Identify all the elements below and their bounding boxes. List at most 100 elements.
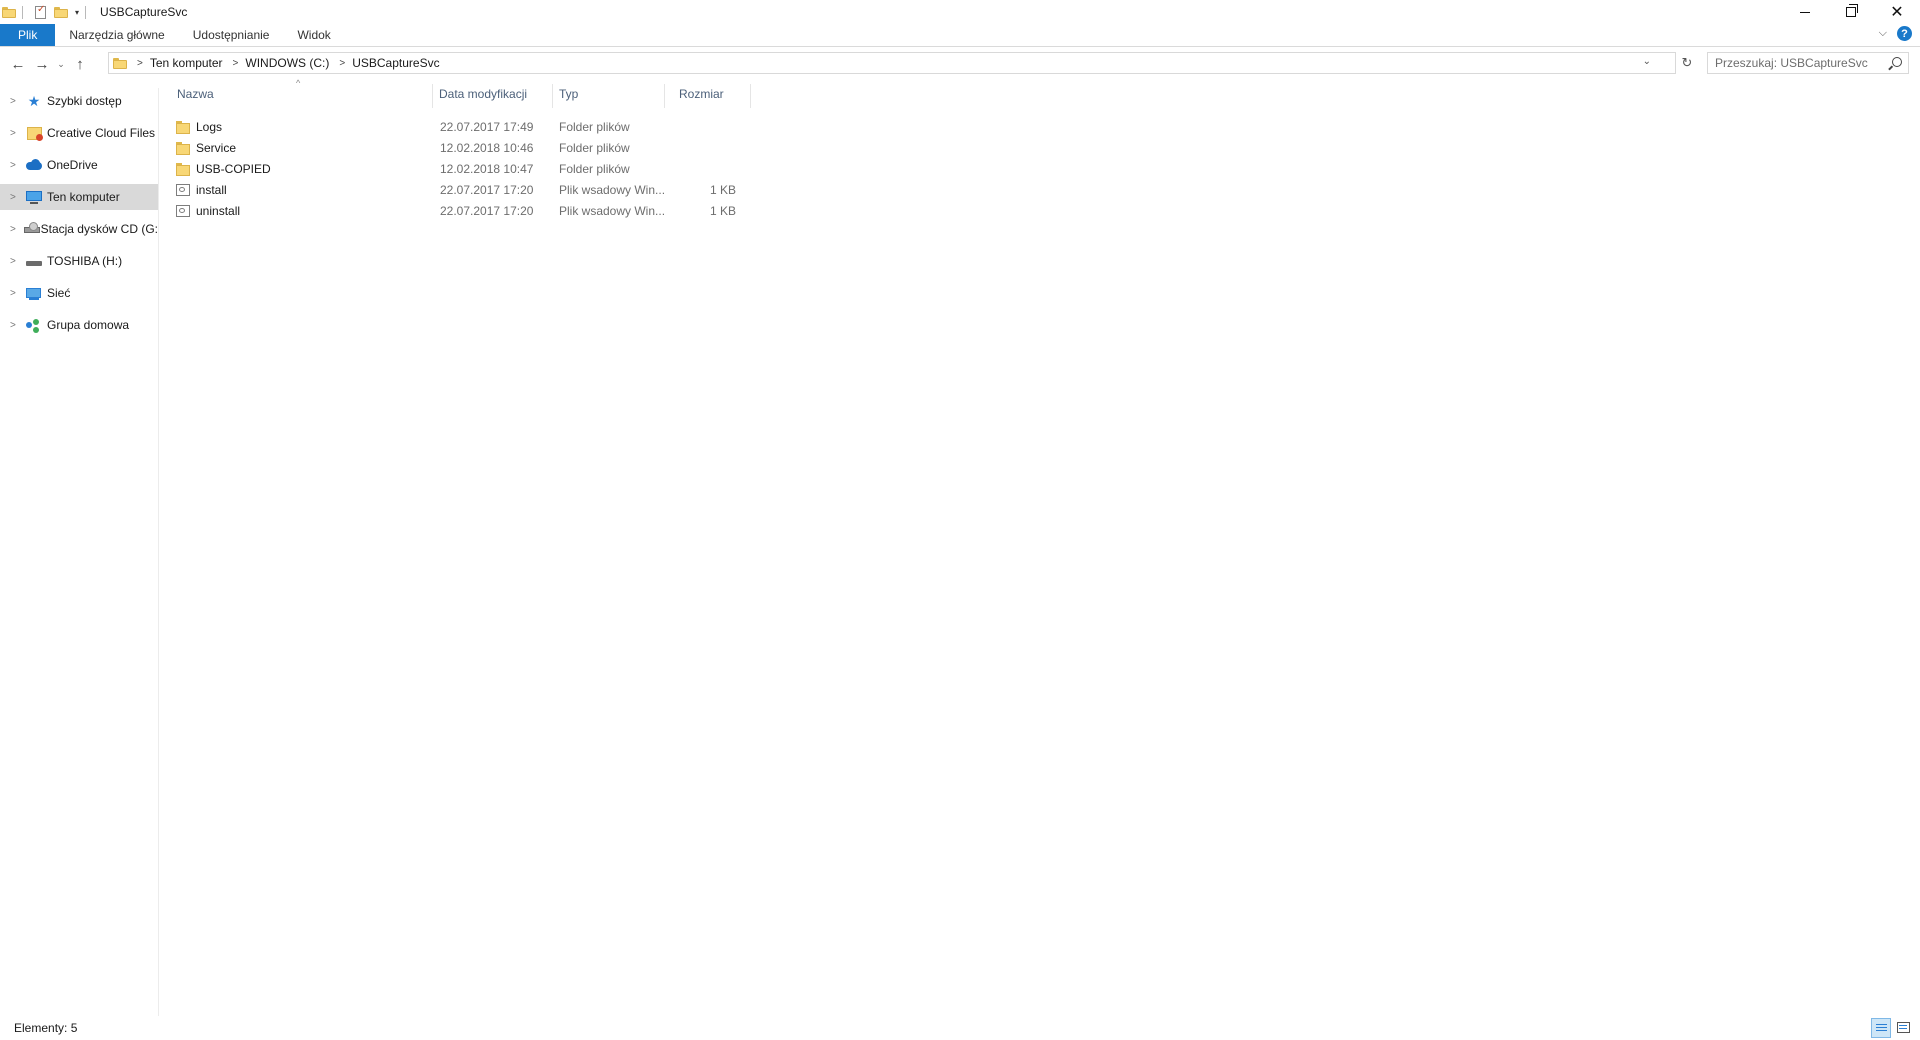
file-row-uninstall[interactable]: uninstall 22.07.2017 17:20 Plik wsadowy … [176,200,756,221]
column-divider[interactable] [432,84,433,108]
tab-file[interactable]: Plik [0,24,56,46]
expand-chevron-icon[interactable]: > [10,96,20,107]
file-name: uninstall [196,203,241,218]
back-arrow-icon: ← [10,55,26,73]
tab-view[interactable]: Widok [283,24,344,46]
close-icon: ✕ [1890,4,1904,21]
breadcrumb-current-folder[interactable]: USBCaptureSvc [352,56,439,70]
new-folder-icon[interactable] [54,6,68,18]
close-button[interactable]: ✕ [1874,0,1920,24]
column-header-type[interactable]: Typ [558,84,664,104]
refresh-icon: ↻ [1681,55,1693,70]
file-size: 1 KB [709,182,736,197]
view-switcher [1871,1018,1914,1038]
homegroup-icon [26,318,42,332]
tab-home[interactable]: Narzędzia główne [55,24,178,46]
expand-chevron-icon[interactable]: > [10,128,20,139]
sidebar-item-creative-cloud[interactable]: > Creative Cloud Files [0,120,158,146]
sidebar-item-homegroup[interactable]: > Grupa domowa [0,312,158,338]
sidebar-item-cd-drive[interactable]: > Stacja dysków CD (G: [0,216,158,242]
breadcrumb-separator-icon[interactable]: > [233,58,239,69]
back-button[interactable]: ← [6,52,30,76]
minimize-button[interactable] [1782,0,1828,24]
large-icons-view-icon[interactable] [1894,1018,1914,1038]
file-date: 22.07.2017 17:20 [440,203,534,218]
column-divider[interactable] [552,84,553,108]
help-icon[interactable]: ? [1897,26,1912,41]
expand-chevron-icon[interactable]: > [10,192,20,203]
search-box[interactable] [1707,52,1909,74]
customize-toolbar-dropdown[interactable]: ▾ [75,8,79,17]
file-type: Folder plików [559,140,630,155]
file-type: Folder plików [559,161,630,176]
quick-access-toolbar: ▾ [0,0,92,24]
sidebar-item-quick-access[interactable]: > ★ Szybki dostęp [0,88,158,114]
column-divider[interactable] [750,84,751,108]
forward-arrow-icon: → [34,55,50,73]
file-name-cell: Service [176,137,236,158]
expand-chevron-icon[interactable]: > [10,160,20,171]
forward-button[interactable]: → [30,52,54,76]
sidebar-item-label: Grupa domowa [47,318,130,332]
refresh-button[interactable]: ↻ [1678,52,1696,74]
address-history-dropdown-icon[interactable]: ⌄ [1643,56,1651,67]
search-icon[interactable] [1892,57,1902,67]
star-icon: ★ [27,92,41,109]
file-type: Folder plików [559,119,630,134]
up-arrow-icon: ↑ [76,55,84,73]
file-date: 12.02.2018 10:47 [440,161,534,176]
sidebar-item-this-pc[interactable]: > Ten komputer [0,184,158,210]
file-row-service[interactable]: Service 12.02.2018 10:46 Folder plików [176,137,756,158]
sidebar-item-network[interactable]: > Sieć [0,280,158,306]
breadcrumb-this-pc[interactable]: Ten komputer [150,56,223,70]
expand-ribbon-icon[interactable]: ⌵ [1879,27,1887,40]
file-date: 22.07.2017 17:49 [440,119,534,134]
file-size: 1 KB [709,203,736,218]
file-size [668,116,736,137]
recent-locations-button[interactable]: ⌄ [54,52,68,76]
breadcrumb-windows-drive[interactable]: WINDOWS (C:) [245,56,329,70]
file-row-usb-copied[interactable]: USB-COPIED 12.02.2018 10:47 Folder plikó… [176,158,756,179]
file-type: Plik wsadowy Win... [559,203,666,218]
file-rows: Logs 22.07.2017 17:49 Folder plików Serv… [176,116,756,221]
drive-icon [26,254,42,268]
file-row-logs[interactable]: Logs 22.07.2017 17:49 Folder plików [176,116,756,137]
restore-button[interactable] [1828,0,1874,24]
computer-icon [26,190,42,204]
search-input[interactable] [1708,55,1887,71]
file-name-cell: uninstall [176,200,240,221]
properties-icon[interactable] [35,4,46,19]
window-title: USBCaptureSvc [100,5,188,19]
expand-chevron-icon[interactable]: > [10,288,20,299]
file-name: Service [196,140,237,155]
expand-chevron-icon[interactable]: > [10,256,20,267]
file-row-install[interactable]: install 22.07.2017 17:20 Plik wsadowy Wi… [176,179,756,200]
up-button[interactable]: ↑ [68,52,92,76]
tab-share[interactable]: Udostępnianie [179,24,284,46]
column-header-size[interactable]: Rozmiar [678,84,750,104]
toolbar-separator [22,5,23,19]
folder-icon [2,6,16,18]
address-bar[interactable]: > Ten komputer > WINDOWS (C:) > USBCaptu… [108,52,1676,74]
expand-chevron-icon[interactable]: > [10,320,20,331]
expand-chevron-icon[interactable]: > [10,224,18,235]
breadcrumb-separator-icon[interactable]: > [339,58,345,69]
item-count: Elementy: 5 [14,1021,78,1035]
file-name: Logs [196,119,223,134]
navigation-pane: > ★ Szybki dostęp > Creative Cloud Files… [0,88,159,1016]
file-name-cell: USB-COPIED [176,158,271,179]
sidebar-item-label: TOSHIBA (H:) [47,254,123,268]
column-header-date[interactable]: Data modyfikacji [438,84,552,104]
details-view-icon[interactable] [1871,1018,1891,1038]
breadcrumb-separator-icon[interactable]: > [137,58,143,69]
sidebar-item-label: Ten komputer [47,190,120,204]
sidebar-item-toshiba[interactable]: > TOSHIBA (H:) [0,248,158,274]
window-controls: ✕ [1782,0,1920,24]
navigation-bar: ← → ⌄ ↑ > Ten komputer > WINDOWS (C:) > … [0,50,1920,78]
column-divider[interactable] [664,84,665,108]
batch-file-icon [176,204,190,217]
folder-icon [176,162,190,176]
sidebar-item-label: Creative Cloud Files [47,126,156,140]
sidebar-item-onedrive[interactable]: > OneDrive [0,152,158,178]
column-header-name[interactable]: Nazwa [176,84,432,104]
